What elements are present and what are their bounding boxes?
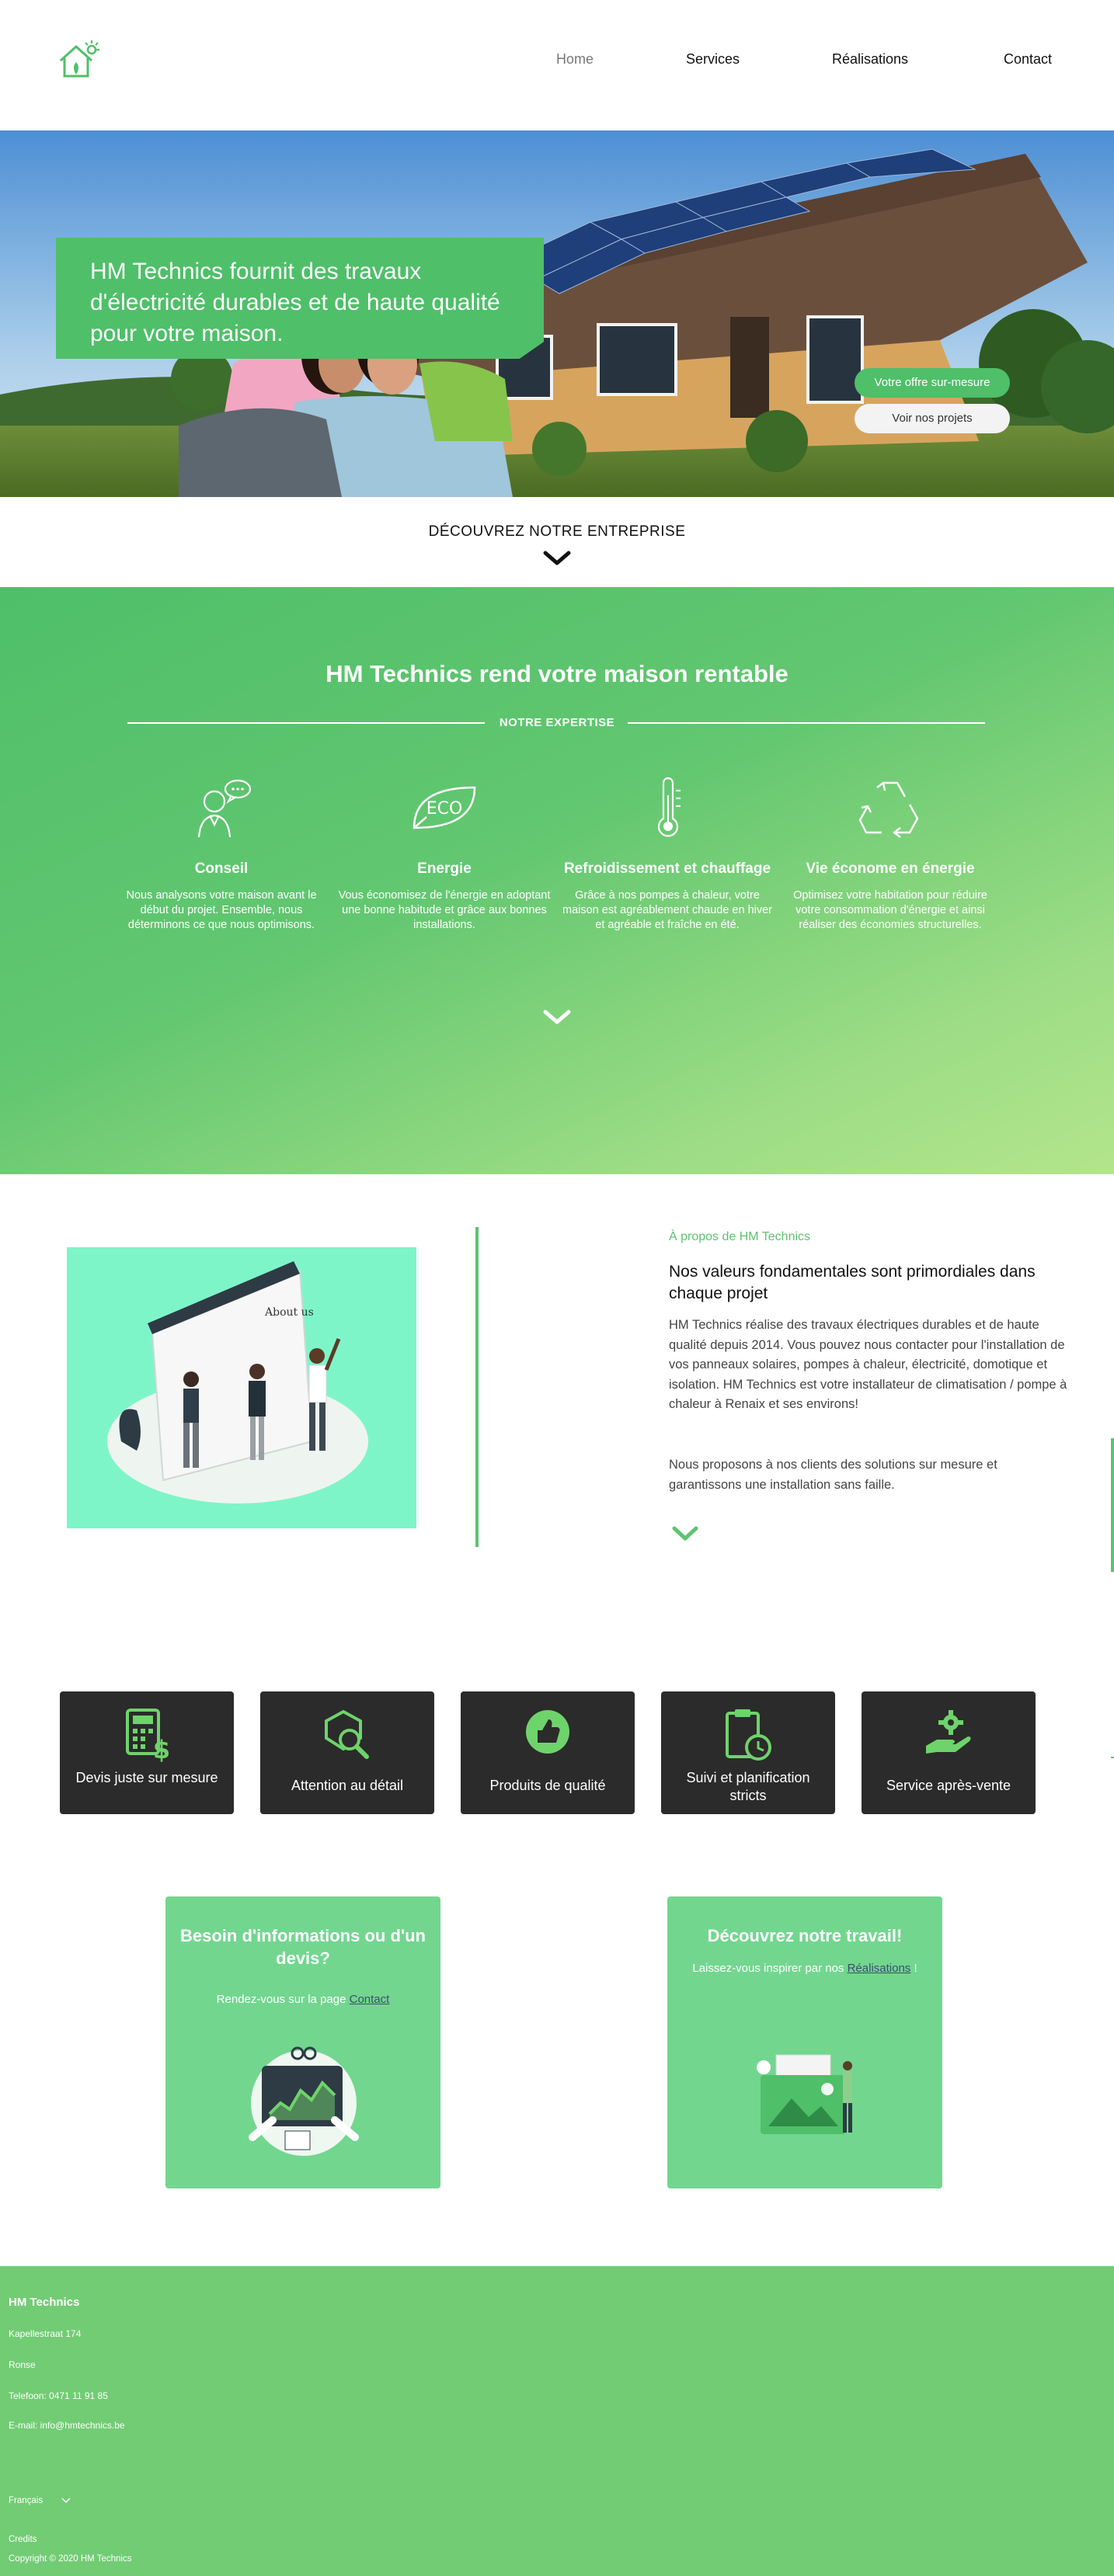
work-card-text-after: ! [914,1962,917,1975]
nav-contact[interactable]: Contact [1004,51,1052,68]
magnifier-shield-icon [325,1709,369,1759]
realisations-link[interactable]: Réalisations [848,1962,911,1975]
feature-apres-vente: Service après-vente [862,1691,1036,1814]
hero-headline: HM Technics fournit des travaux d'électr… [56,238,544,359]
expertise-item-thermal: Refroidissement et chauffage Grâce à nos… [555,777,780,933]
feature-devis: $ Devis juste sur mesure [60,1691,234,1814]
advisor-icon [197,779,252,838]
footer-email[interactable]: E-mail: info@hmtechnics.be [9,2420,125,2431]
expertise-name: Conseil [194,860,249,877]
about-paragraph-1: HM Technics réalise des travaux électriq… [669,1318,1067,1411]
site-header: Home Services Réalisations Contact [0,0,1114,130]
clipboard-clock-icon [726,1709,771,1761]
offer-button[interactable]: Votre offre sur-mesure [855,368,1010,398]
expertise-desc: Grâce à nos pompes à chaleur, votre mais… [562,889,773,931]
work-card-text: Laissez-vous inspirer par nos Réalisatio… [667,1962,942,1975]
expertise-name: Refroidissement et chauffage [563,860,771,877]
info-card-title: Besoin d'informations ou d'un devis? [179,1926,426,1968]
about-kicker: À propos de HM Technics [669,1230,811,1243]
expertise-title: HM Technics rend votre maison rentable [325,660,789,687]
expertise-name: Energie [417,860,472,877]
site-footer: HM Technics Kapellestraat 174 Ronse Tele… [0,2266,1114,2576]
contact-link[interactable]: Contact [350,1993,390,2006]
illustration-about-us-text: About us [264,1306,314,1319]
expertise-item-conseil: Conseil Nous analysons votre maison avan… [109,777,334,933]
eco-leaf-icon: ECO [413,786,476,829]
footer-city: Ronse [9,2359,36,2370]
discover-section: DÉCOUVREZ NOTRE ENTREPRISE [0,497,1114,587]
info-card: Besoin d'informations ou d'un devis? Ren… [165,1896,440,2188]
calculator-dollar-icon: $ [126,1709,170,1763]
expertise-name: Vie économe en énergie [806,860,975,877]
discover-label: DÉCOUVREZ NOTRE ENTREPRISE [428,523,686,540]
work-card-text-before: Laissez-vous inspirer par nos [692,1962,844,1975]
feature-label: Service après-vente [886,1778,1011,1793]
expertise-desc: Optimisez votre habitation pour réduire … [793,889,987,931]
feature-suivi: Suivi et planification stricts [661,1691,835,1814]
scroll-indicator [1111,1438,1114,1572]
projects-button[interactable]: Voir nos projets [855,404,1010,433]
footer-copyright: Copyright © 2020 HM Technics [9,2554,132,2564]
divider-right [628,722,985,724]
expertise-desc: Nous analysons votre maison avant le déb… [126,889,317,931]
expertise-item-vie-econome: Vie économe en énergie Optimisez votre h… [778,777,1003,933]
expertise-section: HM Technics rend votre maison rentable N… [0,587,1114,1174]
footer-address: Kapellestraat 174 [9,2328,82,2339]
about-heading: Nos valeurs fondamentales sont primordia… [669,1263,1036,1302]
footer-phone[interactable]: Telefoon: 0471 11 91 85 [9,2390,108,2401]
about-divider [475,1227,479,1547]
thermometer-icon [657,777,681,837]
work-card: Découvrez notre travail! Laissez-vous in… [667,1896,942,2188]
expertise-desc: Vous économisez de l'énergie en adoptant… [338,889,551,931]
language-selector[interactable]: Français [9,2496,71,2505]
tablet-chart-illustration [249,2046,359,2156]
feature-label: Devis juste sur mesure [75,1770,218,1785]
chevron-down-icon[interactable] [542,548,572,567]
nav-realisations[interactable]: Réalisations [832,51,908,68]
feature-label: Produits de qualité [489,1778,606,1793]
chevron-down-icon[interactable] [671,1524,699,1542]
svg-text:$: $ [153,1735,170,1763]
svg-text:ECO: ECO [426,799,463,819]
chevron-down-icon[interactable] [542,1006,572,1027]
about-illustration: About us [67,1247,416,1528]
recycle-icon [858,781,919,838]
feature-attention: Attention au détail [260,1691,434,1814]
footer-company: HM Technics [9,2296,80,2309]
hero-section: HM Technics fournit des travaux d'électr… [0,130,1114,497]
info-card-text: Rendez-vous sur la page Contact [165,1993,440,2006]
feature-qualite: Produits de qualité [461,1691,635,1814]
team-about-us-illustration: About us [107,1261,368,1504]
hand-gear-icon [926,1710,971,1754]
feature-label: Attention au détail [291,1778,404,1793]
house-leaf-logo-icon[interactable] [56,39,103,82]
chevron-down-icon [61,2498,71,2504]
work-card-title: Découvrez notre travail! [707,1926,903,1945]
gallery-illustration [757,2054,852,2134]
scroll-indicator [1111,1757,1114,1758]
feature-label: Suivi et planification stricts [686,1770,810,1803]
nav-home[interactable]: Home [556,51,594,68]
expertise-item-energie: ECO Energie Vous économisez de l'énergie… [332,777,557,933]
thumbs-up-icon [526,1710,569,1754]
about-paragraph-2: Nous proposons à nos clients des solutio… [669,1458,997,1492]
footer-credits[interactable]: Credits [9,2535,37,2544]
info-card-text-before: Rendez-vous sur la page [216,1993,346,2006]
nav-services[interactable]: Services [686,51,740,68]
language-label: Français [9,2496,44,2505]
about-section: About us À propos de HM Technics Nos val… [0,1174,1114,1578]
